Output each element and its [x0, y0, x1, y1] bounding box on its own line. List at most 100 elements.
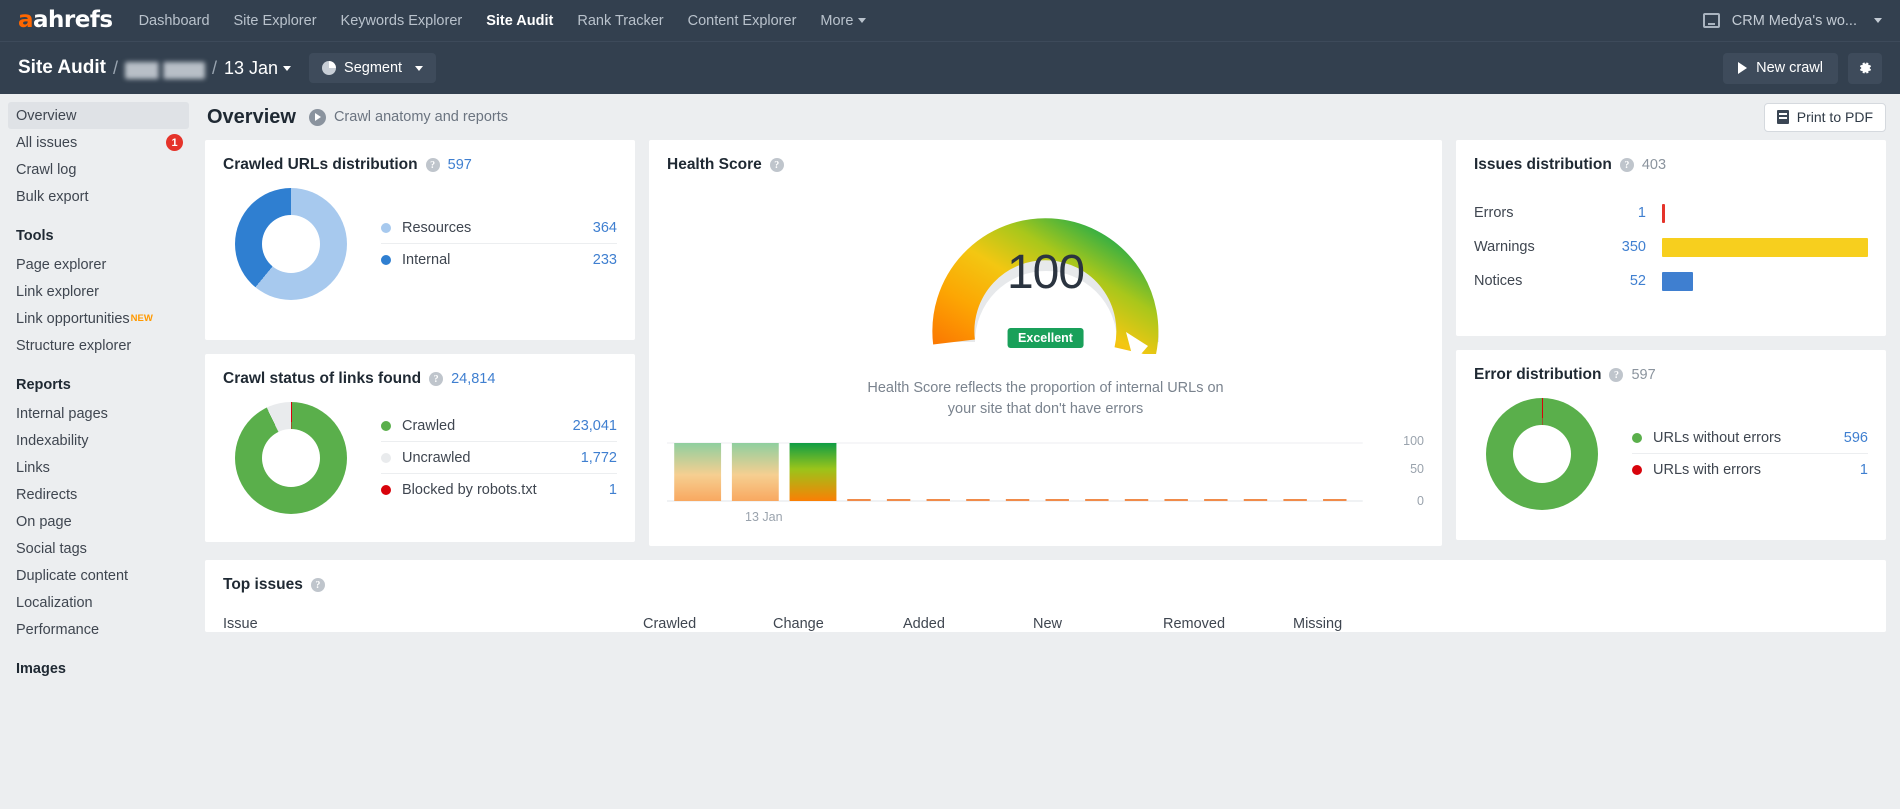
help-icon[interactable]: ? — [770, 158, 784, 172]
help-icon[interactable]: ? — [1620, 158, 1634, 172]
nav-item-content-explorer[interactable]: Content Explorer — [688, 13, 797, 29]
nav-item-site-audit[interactable]: Site Audit — [486, 13, 553, 29]
sidebar-item-all-issues[interactable]: All issues 1 — [0, 129, 197, 156]
mini-chart-y-tick-bottom: 0 — [1417, 494, 1424, 508]
chevron-down-icon — [858, 18, 866, 23]
column-header-removed[interactable]: Removed — [1163, 616, 1293, 632]
card-title: Crawled URLs distribution — [223, 156, 418, 174]
settings-button[interactable] — [1848, 53, 1882, 84]
legend-item[interactable]: Internal 233 — [381, 244, 617, 276]
error-distribution-donut[interactable] — [1486, 398, 1598, 510]
crawl-status-donut[interactable] — [235, 402, 347, 514]
card-total-count: 403 — [1642, 157, 1666, 173]
card-title: Error distribution — [1474, 366, 1601, 384]
legend-color-dot — [1632, 433, 1642, 443]
legend-label: Blocked by robots.txt — [402, 482, 537, 498]
sidebar-item-structure-explorer[interactable]: Structure explorer — [0, 332, 197, 359]
chevron-down-icon[interactable] — [1874, 18, 1882, 23]
monitor-icon[interactable] — [1703, 13, 1720, 28]
health-score-history-chart[interactable]: 100 50 0 13 Jan — [667, 438, 1424, 530]
sidebar-item-internal-pages[interactable]: Internal pages — [0, 400, 197, 427]
legend-item[interactable]: Crawled 23,041 — [381, 410, 617, 442]
sidebar-item-overview[interactable]: Overview — [8, 102, 189, 129]
sidebar-item-label: Page explorer — [16, 257, 106, 273]
issues-row-bar-area — [1662, 272, 1868, 291]
breadcrumb-site-audit[interactable]: Site Audit — [18, 57, 106, 79]
help-icon[interactable]: ? — [1609, 368, 1623, 382]
ahrefs-logo[interactable]: aahrefs — [18, 9, 113, 32]
card-issues-distribution: Issues distribution ? 403 Errors 1 Warni… — [1456, 140, 1886, 336]
nav-item-rank-tracker[interactable]: Rank Tracker — [577, 13, 663, 29]
issues-row-label: Warnings — [1474, 239, 1594, 255]
card-total-count: 597 — [1631, 367, 1655, 383]
legend-color-dot — [381, 255, 391, 265]
chevron-down-icon — [283, 66, 291, 71]
column-header-crawled[interactable]: Crawled — [643, 616, 773, 632]
sidebar-item-label: Overview — [16, 108, 76, 124]
issues-row-notices[interactable]: Notices 52 — [1474, 264, 1868, 298]
nav-item-keywords-explorer[interactable]: Keywords Explorer — [341, 13, 463, 29]
sidebar-item-links[interactable]: Links — [0, 454, 197, 481]
nav-item-more-label: More — [820, 13, 853, 29]
column-header-change[interactable]: Change — [773, 616, 903, 632]
card-title: Health Score — [667, 156, 762, 174]
help-icon[interactable]: ? — [311, 578, 325, 592]
sidebar-item-crawl-log[interactable]: Crawl log — [0, 156, 197, 183]
legend-item[interactable]: Blocked by robots.txt 1 — [381, 474, 617, 506]
mini-chart-y-tick-mid: 50 — [1410, 462, 1424, 476]
nav-item-more[interactable]: More — [820, 13, 866, 29]
sidebar-item-redirects[interactable]: Redirects — [0, 481, 197, 508]
sidebar-item-performance[interactable]: Performance — [0, 616, 197, 643]
print-to-pdf-button[interactable]: Print to PDF — [1764, 103, 1886, 132]
card-top-issues: Top issues ? Issue Crawled Change Added … — [205, 560, 1886, 632]
card-header: Crawled URLs distribution ? 597 — [223, 156, 617, 174]
workspace-label[interactable]: CRM Medya's wo... — [1732, 13, 1857, 29]
legend-value: 1,772 — [581, 450, 617, 466]
column-header-new[interactable]: New — [1033, 616, 1163, 632]
sidebar-item-on-page[interactable]: On page — [0, 508, 197, 535]
sidebar-item-page-explorer[interactable]: Page explorer — [0, 251, 197, 278]
card-crawl-status-links: Crawl status of links found ? 24,814 Cra… — [205, 354, 635, 542]
crawl-date-selector[interactable]: 13 Jan — [224, 58, 291, 79]
column-header-missing[interactable]: Missing — [1293, 616, 1423, 632]
new-crawl-button[interactable]: New crawl — [1723, 53, 1838, 84]
legend-item[interactable]: URLs with errors 1 — [1632, 454, 1868, 486]
legend-item[interactable]: URLs without errors 596 — [1632, 422, 1868, 454]
breadcrumb-domain-redacted[interactable] — [125, 62, 205, 79]
sidebar-item-duplicate-content[interactable]: Duplicate content — [0, 562, 197, 589]
issues-bar — [1662, 272, 1693, 291]
sidebar-item-label: On page — [16, 514, 72, 530]
issues-row-errors[interactable]: Errors 1 — [1474, 196, 1868, 230]
pie-chart-icon — [322, 61, 336, 75]
crawled-urls-donut[interactable] — [235, 188, 347, 300]
sidebar-item-label: Internal pages — [16, 406, 108, 422]
nav-item-dashboard[interactable]: Dashboard — [139, 13, 210, 29]
sidebar-item-label: Performance — [16, 622, 99, 638]
nav-item-site-explorer[interactable]: Site Explorer — [234, 13, 317, 29]
sidebar-item-link-opportunities[interactable]: Link opportunities NEW — [0, 305, 197, 332]
sidebar-item-indexability[interactable]: Indexability — [0, 427, 197, 454]
legend-color-dot — [1632, 465, 1642, 475]
top-navigation-bar: aahrefs Dashboard Site Explorer Keywords… — [0, 0, 1900, 41]
legend-item[interactable]: Uncrawled 1,772 — [381, 442, 617, 474]
sidebar-item-link-explorer[interactable]: Link explorer — [0, 278, 197, 305]
play-video-icon[interactable] — [309, 109, 326, 126]
help-icon[interactable]: ? — [429, 372, 443, 386]
sidebar-item-social-tags[interactable]: Social tags — [0, 535, 197, 562]
card-header: Health Score ? — [667, 156, 784, 174]
issues-row-warnings[interactable]: Warnings 350 — [1474, 230, 1868, 264]
column-header-issue[interactable]: Issue — [223, 616, 643, 632]
help-icon[interactable]: ? — [426, 158, 440, 172]
legend-item[interactable]: Resources 364 — [381, 212, 617, 244]
sidebar-item-label: Bulk export — [16, 189, 89, 205]
issues-row-bar-area — [1662, 204, 1868, 223]
error-distribution-legend: URLs without errors 596 URLs with errors… — [1632, 422, 1868, 486]
crawled-urls-legend: Resources 364 Internal 233 — [381, 212, 617, 276]
sidebar-item-bulk-export[interactable]: Bulk export — [0, 183, 197, 210]
column-header-added[interactable]: Added — [903, 616, 1033, 632]
legend-label: Crawled — [402, 418, 455, 434]
dashboard-grid: Crawled URLs distribution ? 597 Resource… — [205, 140, 1886, 546]
sidebar-item-localization[interactable]: Localization — [0, 589, 197, 616]
segment-button[interactable]: Segment — [309, 53, 436, 83]
card-health-score: Health Score ? — [649, 140, 1442, 546]
